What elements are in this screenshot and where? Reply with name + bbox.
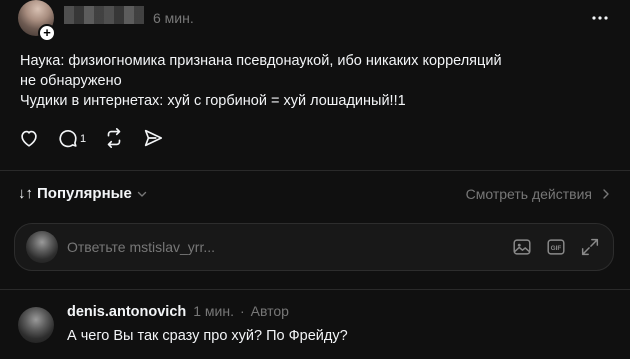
follow-plus-icon[interactable]: + <box>38 24 56 42</box>
chevron-right-icon <box>603 189 609 199</box>
sort-arrows-icon: ↓↑ <box>18 185 33 202</box>
gif-button[interactable]: GIF <box>545 236 567 258</box>
image-icon <box>513 239 531 255</box>
repost-button[interactable] <box>103 127 125 149</box>
reply-composer[interactable]: GIF <box>14 223 614 271</box>
sort-dropdown[interactable]: ↓↑ Популярные <box>18 185 147 202</box>
current-user-avatar <box>26 231 58 263</box>
heart-icon <box>21 130 37 147</box>
chevron-down-icon <box>137 191 147 197</box>
gif-icon: GIF <box>547 239 565 255</box>
post-body: Наука: физиогномика признана псевдонауко… <box>20 51 600 111</box>
view-activity-label: Смотреть действия <box>465 186 592 202</box>
reply-input[interactable] <box>67 237 467 257</box>
post-line: Наука: физиогномика признана псевдонауко… <box>20 53 502 69</box>
sort-row: ↓↑ Популярные Смотреть действия <box>18 185 612 205</box>
comment-separator: · <box>240 303 245 319</box>
like-button[interactable] <box>18 127 40 149</box>
more-options-icon[interactable] <box>590 10 610 26</box>
comment-body: А чего Вы так сразу про хуй? По Фрейду? <box>67 328 348 344</box>
repost-icon <box>107 128 121 148</box>
post: + 6 мин. Наука: физиогномика признана пс… <box>0 0 630 170</box>
svg-text:GIF: GIF <box>551 245 562 252</box>
reply-count: 1 <box>80 133 87 145</box>
comment-author-avatar[interactable] <box>18 307 54 343</box>
post-line: Чудики в интернетах: хуй с горбиной = ху… <box>20 93 406 109</box>
attach-image-button[interactable] <box>511 236 533 258</box>
view-activity-link[interactable]: Смотреть действия <box>466 186 610 202</box>
comment-timestamp: 1 мин. <box>193 303 234 319</box>
expand-icon <box>581 238 599 256</box>
expand-button[interactable] <box>579 236 601 258</box>
send-icon <box>144 129 163 147</box>
post-actions: 1 <box>18 126 181 150</box>
comment-bubble-icon <box>59 130 77 148</box>
comment-header: denis.antonovich 1 мин. · Автор <box>67 303 289 320</box>
comment-button[interactable]: 1 <box>57 127 86 149</box>
reply-tools: GIF <box>499 236 601 258</box>
divider <box>0 170 630 171</box>
sort-label: Популярные <box>37 185 132 202</box>
post-line: не обнаружено <box>20 73 122 89</box>
author-badge: Автор <box>250 303 289 319</box>
divider <box>0 289 630 290</box>
post-timestamp: 6 мин. <box>153 10 194 26</box>
post-author-username-blurred[interactable] <box>64 6 144 24</box>
comment-author-username[interactable]: denis.antonovich <box>67 304 186 320</box>
share-button[interactable] <box>142 127 164 149</box>
